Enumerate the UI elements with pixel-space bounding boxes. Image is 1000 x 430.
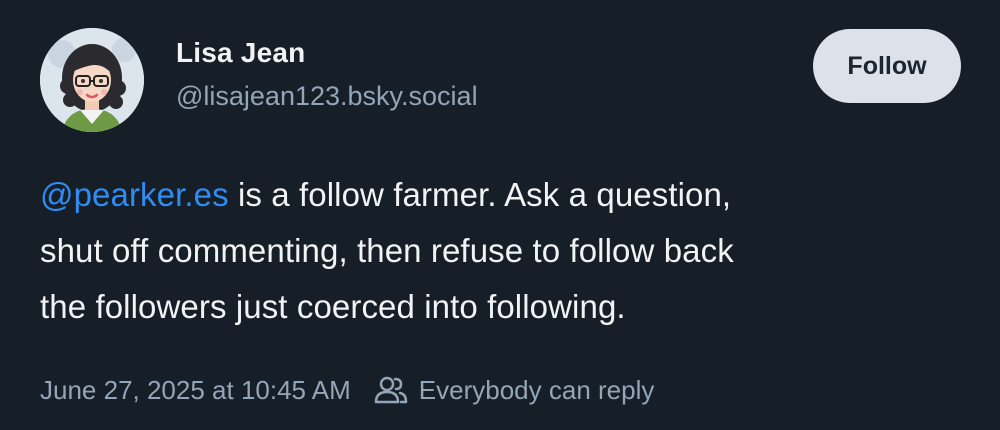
follow-button[interactable]: Follow [813, 29, 961, 103]
post-timestamp: June 27, 2025 at 10:45 AM [40, 375, 351, 405]
avatar[interactable] [40, 28, 144, 132]
display-name[interactable]: Lisa Jean [176, 36, 478, 70]
mention-link[interactable]: @pearker.es [40, 176, 229, 213]
post-text-line-2: shut off commenting, then refuse to foll… [40, 232, 734, 269]
reply-setting[interactable]: Everybody can reply [373, 368, 655, 412]
post-footer: June 27, 2025 at 10:45 AM Everybody can … [40, 368, 654, 412]
post-text-line-3: the followers just coerced into followin… [40, 288, 626, 325]
author-info: Lisa Jean @lisajean123.bsky.social [176, 36, 478, 113]
user-handle[interactable]: @lisajean123.bsky.social [176, 79, 478, 113]
post-card: Lisa Jean @lisajean123.bsky.social Follo… [0, 0, 1000, 430]
reply-setting-label: Everybody can reply [418, 375, 655, 405]
people-icon [374, 376, 408, 404]
post-text-line-1: is a follow farmer. Ask a question, [228, 176, 732, 213]
avatar-illustration [40, 28, 144, 132]
post-text: @pearker.es is a follow farmer. Ask a qu… [40, 167, 970, 335]
